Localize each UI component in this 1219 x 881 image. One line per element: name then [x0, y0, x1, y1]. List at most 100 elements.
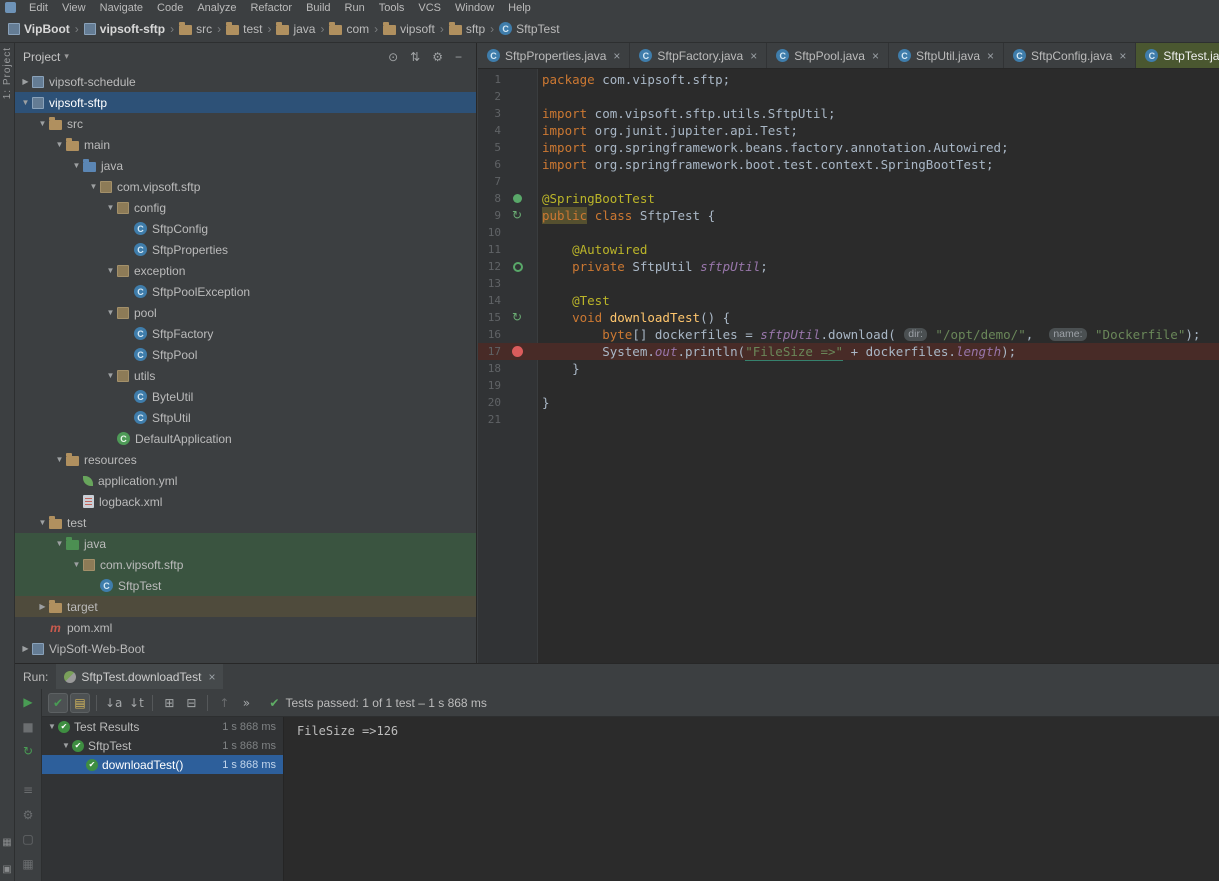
rerun-button[interactable]: ▶ [23, 695, 32, 710]
menu-tools[interactable]: Tools [372, 2, 412, 14]
test-run-icon[interactable]: ↻ [512, 309, 522, 326]
editor-tab-sftptest-java[interactable]: CSftpTest.java× [1136, 43, 1219, 68]
tree-item-main[interactable]: ▼main [15, 134, 476, 155]
tree-item-byteutil[interactable]: CByteUtil [15, 386, 476, 407]
run-tab[interactable]: SftpTest.downloadTest × [56, 664, 223, 689]
tree-expanded-icon[interactable]: ▼ [46, 722, 58, 731]
close-tab-icon[interactable]: × [613, 49, 620, 63]
tree-collapsed-icon[interactable]: ▶ [19, 644, 32, 653]
sort-alphabetically-button[interactable]: ↓a [103, 693, 124, 713]
close-icon[interactable]: × [208, 670, 215, 684]
tree-item-sftptest[interactable]: CSftpTest [15, 575, 476, 596]
editor-tab-sftputil-java[interactable]: CSftpUtil.java× [889, 43, 1004, 68]
tree-item-application-yml[interactable]: application.yml [15, 470, 476, 491]
menu-code[interactable]: Code [150, 2, 190, 14]
menu-edit[interactable]: Edit [22, 2, 55, 14]
breadcrumb-item-vipboot[interactable]: VipBoot [5, 20, 73, 38]
tree-item-sftpproperties[interactable]: CSftpProperties [15, 239, 476, 260]
close-tab-icon[interactable]: × [987, 49, 994, 63]
test-tree-item-downloadtest[interactable]: ✔downloadTest()1 s 868 ms [42, 755, 283, 774]
locate-file-button[interactable]: ⊙ [382, 50, 404, 64]
tree-item-sftppool[interactable]: CSftpPool [15, 344, 476, 365]
tree-expanded-icon[interactable]: ▼ [104, 266, 117, 275]
tree-expanded-icon[interactable]: ▼ [70, 560, 83, 569]
expand-all-button[interactable]: ⊞ [159, 693, 179, 713]
tree-item-sftputil[interactable]: CSftpUtil [15, 407, 476, 428]
previous-failed-test-button[interactable]: ↑ [214, 693, 234, 713]
tree-item-java[interactable]: ▼java [15, 155, 476, 176]
tree-expanded-icon[interactable]: ▼ [104, 308, 117, 317]
tree-expanded-icon[interactable]: ▼ [60, 741, 72, 750]
breadcrumb-item-src[interactable]: src [176, 20, 215, 38]
tree-item-java[interactable]: ▼java [15, 533, 476, 554]
tree-expanded-icon[interactable]: ▼ [36, 518, 49, 527]
tree-item-sftpfactory[interactable]: CSftpFactory [15, 323, 476, 344]
menu-analyze[interactable]: Analyze [190, 2, 243, 14]
breadcrumb-item-test[interactable]: test [223, 20, 265, 38]
collapse-all-button[interactable]: ⊟ [181, 693, 201, 713]
tree-expanded-icon[interactable]: ▼ [19, 98, 32, 107]
layout-grid-icon[interactable]: ▦ [2, 837, 11, 848]
tree-item-defaultapplication[interactable]: CDefaultApplication [15, 428, 476, 449]
close-tab-icon[interactable]: × [750, 49, 757, 63]
tree-item-vipsoft-web-boot[interactable]: ▶VipSoft-Web-Boot [15, 638, 476, 659]
tree-item-src[interactable]: ▼src [15, 113, 476, 134]
tree-item-sftppoolexception[interactable]: CSftpPoolException [15, 281, 476, 302]
chevron-down-icon[interactable]: ▾ [64, 51, 69, 62]
tree-expanded-icon[interactable]: ▼ [53, 455, 66, 464]
tree-expanded-icon[interactable]: ▼ [104, 203, 117, 212]
stop-button[interactable]: ■ [22, 720, 33, 735]
menu-refactor[interactable]: Refactor [243, 2, 299, 14]
menu-window[interactable]: Window [448, 2, 501, 14]
spring-dot-icon[interactable] [513, 194, 522, 203]
test-tree-item-sftptest[interactable]: ▼✔SftpTest1 s 868 ms [42, 736, 283, 755]
menu-navigate[interactable]: Navigate [93, 2, 150, 14]
tree-expanded-icon[interactable]: ▼ [70, 161, 83, 170]
tree-item-sftpconfig[interactable]: CSftpConfig [15, 218, 476, 239]
tree-expanded-icon[interactable]: ▼ [53, 140, 66, 149]
tree-expanded-icon[interactable]: ▼ [87, 182, 100, 191]
tree-item-utils[interactable]: ▼utils [15, 365, 476, 386]
test-history-button[interactable]: ≡ [23, 783, 33, 798]
more-options-button[interactable]: » [236, 693, 256, 713]
scroll-from-source-button[interactable]: ⇅ [404, 50, 426, 64]
spring-bean-icon[interactable] [513, 262, 523, 272]
console-output[interactable]: FileSize =>126 [284, 717, 1219, 881]
tree-item-pom-xml[interactable]: mpom.xml [15, 617, 476, 638]
tree-expanded-icon[interactable]: ▼ [104, 371, 117, 380]
settings-gear-icon[interactable]: ⚙ [426, 50, 449, 64]
breadcrumb-item-com[interactable]: com [326, 20, 372, 38]
editor-tab-sftpproperties-java[interactable]: CSftpProperties.java× [478, 43, 630, 68]
tree-expanded-icon[interactable]: ▼ [53, 539, 66, 548]
show-ignored-toggle[interactable]: ▤ [70, 693, 90, 713]
hide-panel-button[interactable]: − [449, 50, 468, 64]
tree-item-config[interactable]: ▼config [15, 197, 476, 218]
menu-help[interactable]: Help [501, 2, 538, 14]
rerun-failed-tests-button[interactable]: ↻ [23, 744, 33, 759]
tree-expanded-icon[interactable]: ▼ [36, 119, 49, 128]
tree-item-com-vipsoft-sftp[interactable]: ▼com.vipsoft.sftp [15, 554, 476, 575]
test-tree-item-test-results[interactable]: ▼✔Test Results1 s 868 ms [42, 717, 283, 736]
tree-item-target[interactable]: ▶target [15, 596, 476, 617]
menu-build[interactable]: Build [299, 2, 337, 14]
restore-layout-button[interactable]: ▦ [22, 856, 33, 871]
close-tab-icon[interactable]: × [1119, 49, 1126, 63]
tree-item-vipsoft-schedule[interactable]: ▶vipsoft-schedule [15, 71, 476, 92]
menu-vcs[interactable]: VCS [411, 2, 448, 14]
tree-collapsed-icon[interactable]: ▶ [36, 602, 49, 611]
tree-item-logback-xml[interactable]: logback.xml [15, 491, 476, 512]
show-passed-toggle[interactable]: ✔ [48, 693, 68, 713]
breadcrumb-item-sftptest[interactable]: CSftpTest [496, 20, 562, 38]
editor-tab-sftppool-java[interactable]: CSftpPool.java× [767, 43, 889, 68]
editor-tab-sftpfactory-java[interactable]: CSftpFactory.java× [630, 43, 767, 68]
settings-gear-icon[interactable]: ⚙ [23, 807, 34, 822]
tree-item-exception[interactable]: ▼exception [15, 260, 476, 281]
pin-tab-button[interactable]: ▢ [22, 832, 33, 847]
tree-item-pool[interactable]: ▼pool [15, 302, 476, 323]
breadcrumb-item-vipsoft[interactable]: vipsoft [380, 20, 438, 38]
tree-item-vipsoft-sftp[interactable]: ▼vipsoft-sftp [15, 92, 476, 113]
tree-item-test[interactable]: ▼test [15, 512, 476, 533]
editor-tab-sftpconfig-java[interactable]: CSftpConfig.java× [1004, 43, 1136, 68]
tool-windows-icon[interactable]: ▣ [2, 864, 11, 875]
breakpoint-icon[interactable] [512, 346, 523, 357]
